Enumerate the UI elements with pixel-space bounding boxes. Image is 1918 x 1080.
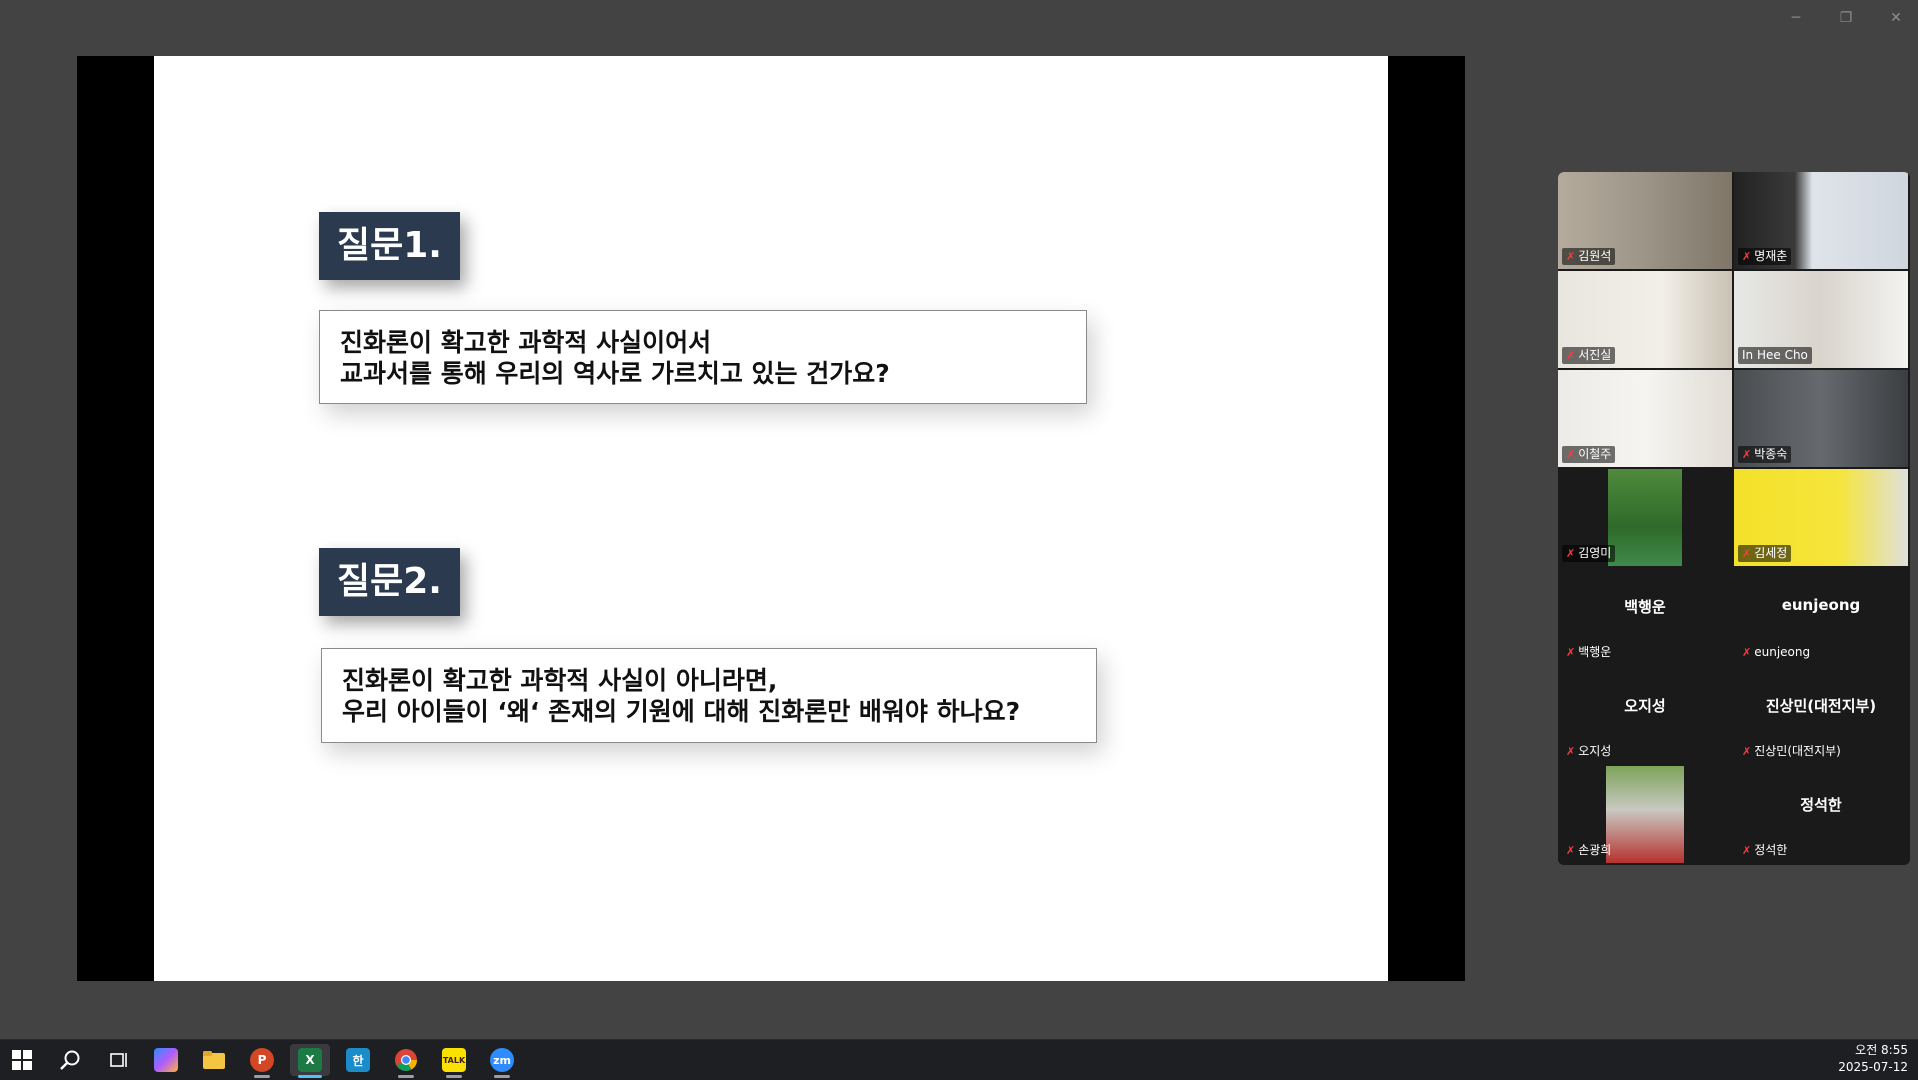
mic-muted-icon: ✗ [1742,250,1752,263]
zoom-icon: zm [490,1048,514,1072]
participant-tile[interactable]: 정석한 ✗ 정석한 [1734,766,1908,863]
windows-logo-icon [12,1050,32,1070]
mic-muted-icon: ✗ [1566,547,1576,560]
participant-name: 진상민(대전지부) [1754,744,1841,758]
participant-display-name: eunjeong [1781,596,1861,614]
mic-muted-icon: ✗ [1566,448,1576,461]
question-2-title: 질문2. [319,548,460,616]
participant-name: 김영미 [1578,546,1612,560]
participant-video [1606,766,1684,863]
copilot-button[interactable] [146,1044,186,1076]
clock-time: 오전 8:55 [1855,1043,1908,1057]
question-1-line-2: 교과서를 통해 우리의 역사로 가르치고 있는 건가요? [340,359,890,388]
participant-gallery: ✗ 김원석 ✗ 명재춘 ✗ 서진실 In Hee Cho ✗ 이철주 ✗ 박종숙 ✗ 김영미… [1558,172,1910,865]
participant-name: 서진실 [1578,348,1612,362]
excel-icon: X [298,1048,322,1072]
excel-button[interactable]: X [290,1044,330,1078]
folder-icon [203,1051,225,1069]
copilot-icon [154,1048,178,1072]
hangul-button[interactable]: 한 [338,1044,378,1076]
mic-muted-icon: ✗ [1566,844,1576,857]
shared-screen: 질문1. 진화론이 확고한 과학적 사실이어서 교과서를 통해 우리의 역사로 … [77,56,1465,981]
presentation-slide: 질문1. 진화론이 확고한 과학적 사실이어서 교과서를 통해 우리의 역사로 … [154,56,1388,981]
powerpoint-button[interactable]: P [242,1044,282,1078]
mic-muted-icon: ✗ [1566,250,1576,263]
participant-name: 박종숙 [1754,447,1788,461]
question-1-line-1: 진화론이 확고한 과학적 사실이어서 [340,328,712,357]
powerpoint-icon: P [250,1048,274,1072]
start-button[interactable] [2,1044,42,1076]
clock-date: 2025-07-12 [1838,1060,1908,1074]
participant-display-name: 정석한 [1800,796,1842,814]
participant-name: 이철주 [1578,447,1612,461]
participant-display-name: 진상민(대전지부) [1765,697,1877,715]
participant-name: 손광희 [1578,843,1612,857]
participant-name: 오지성 [1578,744,1612,758]
participant-name: In Hee Cho [1742,348,1808,362]
participant-name: eunjeong [1754,645,1811,659]
participant-name: 정석한 [1754,843,1788,857]
mic-muted-icon: ✗ [1566,646,1576,659]
question-1-title: 질문1. [319,212,460,280]
system-clock[interactable]: 오전 8:55 2025-07-12 [1838,1042,1908,1076]
mic-muted-icon: ✗ [1742,844,1752,857]
mic-muted-icon: ✗ [1742,547,1752,560]
participant-video [1608,469,1682,566]
participant-tile[interactable]: 오지성 ✗ 오지성 [1558,667,1732,764]
mic-muted-icon: ✗ [1742,646,1752,659]
hangul-icon: 한 [346,1048,370,1072]
participant-tile[interactable]: ✗ 이철주 [1558,370,1732,467]
chrome-button[interactable] [386,1044,426,1078]
participant-tile[interactable]: ✗ 서진실 [1558,271,1732,368]
participant-tile[interactable]: 진상민(대전지부) ✗ 진상민(대전지부) [1734,667,1908,764]
question-1-box: 진화론이 확고한 과학적 사실이어서 교과서를 통해 우리의 역사로 가르치고 … [319,310,1087,404]
question-2-line-2: 우리 아이들이 ‘왜‘ 존재의 기원에 대해 진화론만 배워야 하나요? [342,697,1021,726]
search-icon [60,1050,80,1070]
search-button[interactable] [50,1044,90,1076]
task-view-button[interactable] [98,1044,138,1076]
question-2-box: 진화론이 확고한 과학적 사실이 아니라면, 우리 아이들이 ‘왜‘ 존재의 기… [321,648,1097,743]
participant-name: 백행운 [1578,645,1612,659]
question-2-line-1: 진화론이 확고한 과학적 사실이 아니라면, [342,666,778,695]
minimize-icon[interactable]: ─ [1786,8,1806,28]
window-controls: ─ ❐ ✕ [1786,8,1906,28]
mic-muted-icon: ✗ [1742,745,1752,758]
participant-tile[interactable]: eunjeong ✗ eunjeong [1734,568,1908,665]
close-icon[interactable]: ✕ [1886,8,1906,28]
participant-tile[interactable]: ✗ 명재춘 [1734,172,1908,269]
participant-tile[interactable]: ✗ 김영미 [1558,469,1732,566]
participant-name: 명재춘 [1754,249,1788,263]
participant-tile[interactable]: ✗ 손광희 [1558,766,1732,863]
participant-tile[interactable]: ✗ 김세정 [1734,469,1908,566]
file-explorer-button[interactable] [194,1044,234,1076]
participant-tile[interactable]: ✗ 김원석 [1558,172,1732,269]
kakaotalk-icon: TALK [442,1048,466,1072]
participant-display-name: 백행운 [1624,598,1666,616]
participant-tile[interactable]: ✗ 박종숙 [1734,370,1908,467]
mic-muted-icon: ✗ [1742,448,1752,461]
restore-icon[interactable]: ❐ [1836,8,1856,28]
participant-tile-active-speaker[interactable]: In Hee Cho [1734,271,1908,368]
taskbar: P X 한 TALK zm 오전 8:55 2025-07-12 [0,1039,1918,1080]
participant-name: 김세정 [1754,546,1788,560]
task-view-icon [110,1053,127,1067]
participant-tile[interactable]: 백행운 ✗ 백행운 [1558,568,1732,665]
participant-name: 김원석 [1578,249,1612,263]
mic-muted-icon: ✗ [1566,349,1576,362]
zoom-button[interactable]: zm [482,1044,522,1078]
mic-muted-icon: ✗ [1566,745,1576,758]
participant-display-name: 오지성 [1624,697,1666,715]
kakaotalk-button[interactable]: TALK [434,1044,474,1078]
chrome-icon [395,1049,417,1071]
